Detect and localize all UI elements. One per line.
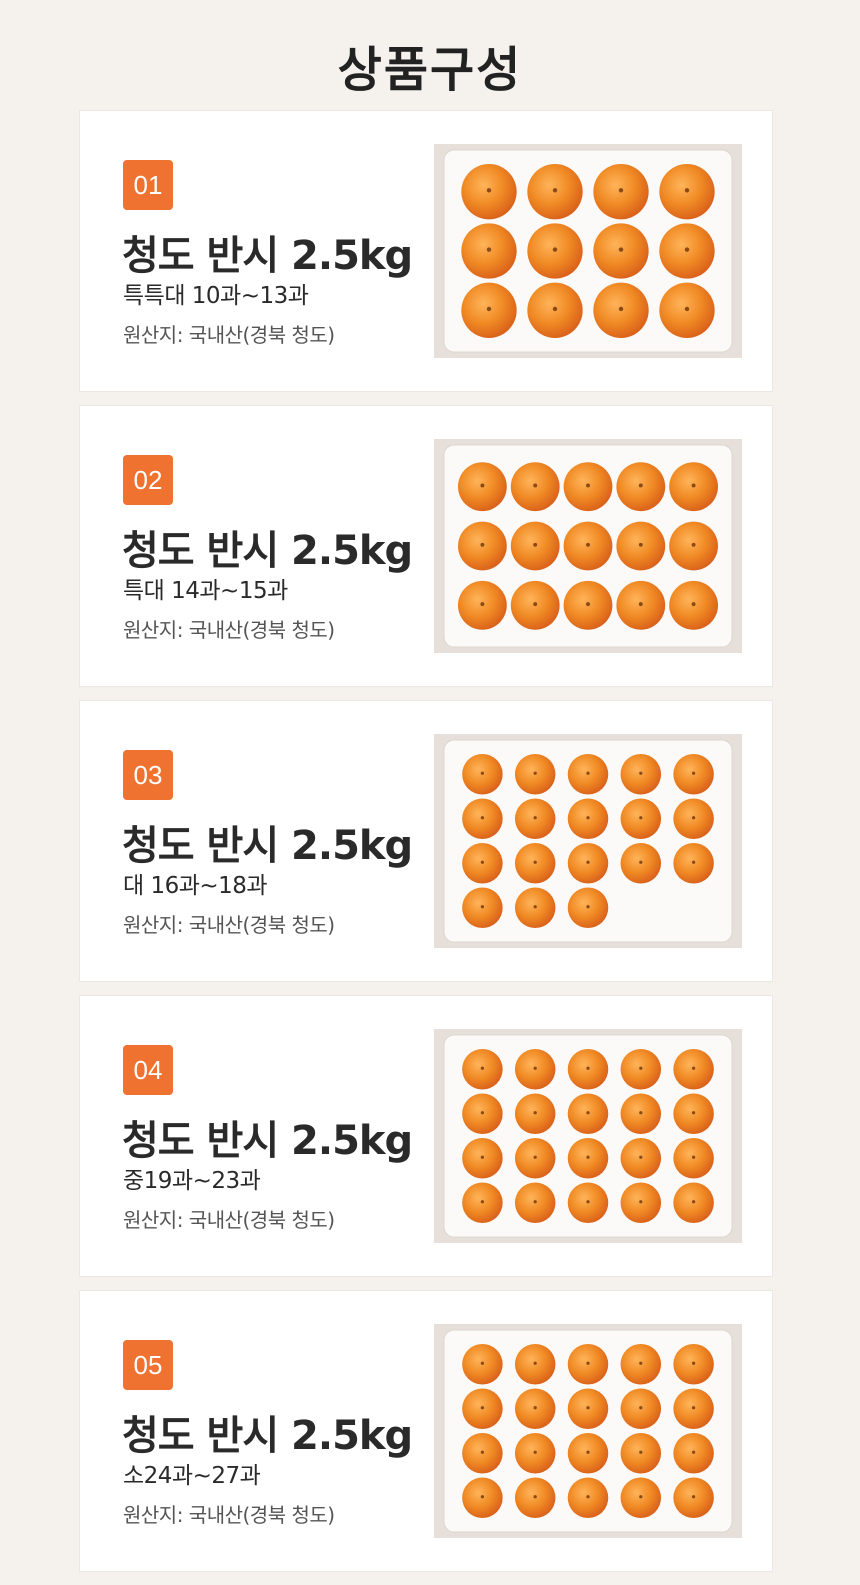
product-grade: 특대 14과~15과 [123,578,288,604]
product-grade: 중19과~23과 [123,1168,261,1194]
product-name: 청도 반시 2.5kg [122,1413,413,1459]
product-number-badge: 04 [123,1045,173,1095]
product-grade: 특특대 10과~13과 [123,283,309,309]
product-card-02: 02 청도 반시 2.5kg 특대 14과~15과 원산지: 국내산(경북 청도… [79,405,773,687]
product-name: 청도 반시 2.5kg [122,233,413,279]
product-list: 01 청도 반시 2.5kg 특특대 10과~13과 원산지: 국내산(경북 청… [79,110,773,1585]
product-name: 청도 반시 2.5kg [122,1118,413,1164]
product-origin: 원산지: 국내산(경북 청도) [123,618,335,642]
product-card-04: 04 청도 반시 2.5kg 중19과~23과 원산지: 국내산(경북 청도) [79,995,773,1277]
product-name: 청도 반시 2.5kg [122,528,413,574]
product-grade: 대 16과~18과 [123,873,268,899]
product-origin: 원산지: 국내산(경북 청도) [123,1503,335,1527]
product-number-badge: 02 [123,455,173,505]
persimmon-box-photo [434,144,742,358]
product-origin: 원산지: 국내산(경북 청도) [123,1208,335,1232]
product-origin: 원산지: 국내산(경북 청도) [123,913,335,937]
product-grade: 소24과~27과 [123,1463,261,1489]
persimmon-box-photo [434,734,742,948]
product-origin: 원산지: 국내산(경북 청도) [123,323,335,347]
persimmon-box-photo [434,1029,742,1243]
product-card-01: 01 청도 반시 2.5kg 특특대 10과~13과 원산지: 국내산(경북 청… [79,110,773,392]
product-number-badge: 05 [123,1340,173,1390]
page-title: 상품구성 [337,42,523,98]
product-name: 청도 반시 2.5kg [122,823,413,869]
product-card-05: 05 청도 반시 2.5kg 소24과~27과 원산지: 국내산(경북 청도) [79,1290,773,1572]
product-card-03: 03 청도 반시 2.5kg 대 16과~18과 원산지: 국내산(경북 청도) [79,700,773,982]
product-number-badge: 03 [123,750,173,800]
persimmon-box-photo [434,439,742,653]
product-number-badge: 01 [123,160,173,210]
persimmon-box-photo [434,1324,742,1538]
